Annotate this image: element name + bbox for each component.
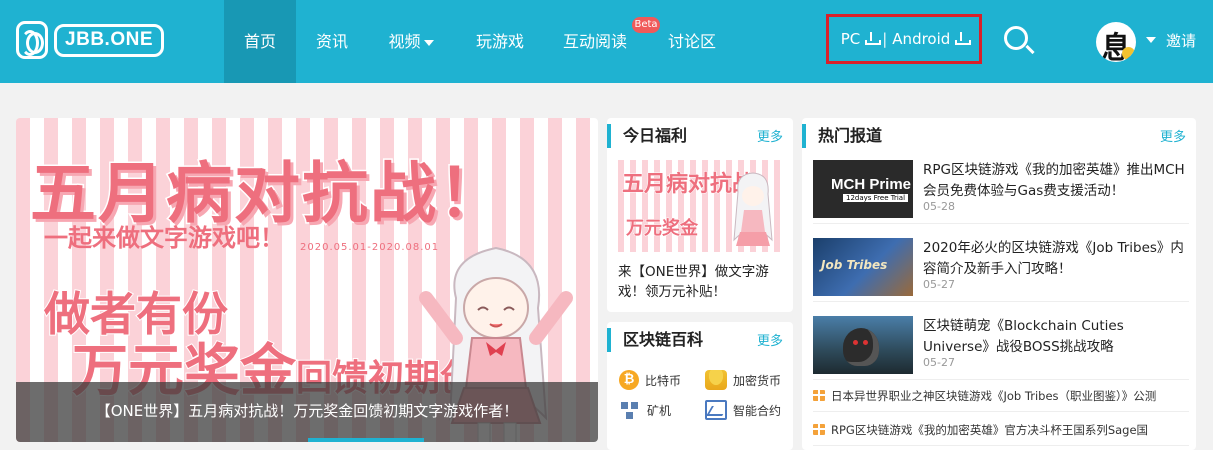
welfare-description[interactable]: 来【ONE世界】做文字游戏！领万元补贴！	[618, 262, 784, 302]
download-android-label: Android	[892, 30, 951, 48]
gift-icon	[813, 424, 825, 435]
invite-link[interactable]: 邀请	[1166, 30, 1196, 51]
news-date: 05-27	[923, 356, 955, 369]
thumb-text: Job Tribes	[821, 258, 888, 272]
welfare-title: 今日福利	[607, 124, 687, 148]
hot-more-link[interactable]: 更多	[1160, 126, 1186, 145]
nav-interactive-reading[interactable]: 互动阅读	[556, 0, 634, 83]
news-thumbnail[interactable]	[813, 316, 913, 374]
news-item[interactable]: 区块链萌宠《Blockchain Cuties Universe》战役BOSS挑…	[813, 310, 1189, 380]
search-icon[interactable]	[1004, 26, 1028, 50]
news-date: 05-27	[923, 278, 955, 291]
chain-item-label: 比特币	[645, 373, 682, 388]
nav-forum[interactable]: 讨论区	[660, 0, 724, 83]
bitcoin-icon: ₿	[619, 370, 639, 390]
news-link[interactable]: 日本异世界职业之神区块链游戏《Job Tribes（职业图鉴）》公测	[813, 380, 1189, 412]
download-icon	[955, 32, 972, 45]
news-thumbnail[interactable]: MCH Prime 12days Free Trial	[813, 160, 913, 218]
beta-badge: Beta	[632, 17, 660, 33]
banner-subline: 一起来做文字游戏吧！	[44, 224, 284, 252]
news-title[interactable]: 区块链萌宠《Blockchain Cuties Universe》战役BOSS挑…	[923, 316, 1187, 358]
chain-item-miner[interactable]: 矿机	[619, 400, 671, 420]
news-item[interactable]: Job Tribes 2020年必火的区块链游戏《Job Tribes》内容简介…	[813, 232, 1189, 302]
site-logo[interactable]: JBB.ONE	[16, 21, 164, 59]
welfare-more-link[interactable]: 更多	[757, 126, 783, 145]
download-pc-label: PC	[840, 30, 861, 48]
nav-news[interactable]: 资讯	[306, 0, 358, 83]
chevron-down-icon[interactable]	[1146, 37, 1156, 43]
news-title[interactable]: RPG区块链游戏《我的加密英雄》推出MCH会员免费体验与Gas费支援活动！	[923, 160, 1187, 202]
chain-item-label: 加密货币	[733, 373, 782, 388]
anime-girl-illustration	[733, 172, 773, 246]
welfare-thumbnail[interactable]: 五月病对抗战 万元奖金	[618, 160, 782, 252]
news-thumbnail[interactable]: Job Tribes	[813, 238, 913, 296]
avatar[interactable]: 息	[1096, 22, 1136, 62]
download-android[interactable]: Android	[892, 30, 972, 48]
nav-video-label: 视频	[388, 32, 421, 51]
blockchain-wiki-card: 区块链百科 更多 ₿ 比特币 加密货币 矿机 智能合约	[607, 322, 793, 450]
news-title[interactable]: 2020年必火的区块链游戏《Job Tribes》内容简介及新手入门攻略！	[923, 238, 1187, 280]
hot-title: 热门报道	[802, 124, 882, 148]
thumb-tag: 12days Free Trial	[843, 194, 909, 202]
chain-item-label: 智能合约	[733, 403, 782, 418]
chain-item-crypto[interactable]: 加密货币	[705, 370, 781, 390]
chevron-down-icon	[423, 39, 434, 46]
carousel-indicator[interactable]	[308, 438, 424, 442]
chain-title: 区块链百科	[607, 328, 703, 352]
download-icon	[865, 32, 882, 45]
miner-icon	[619, 400, 641, 420]
logo-mark-icon	[16, 21, 49, 59]
cutie-illustration	[843, 328, 879, 366]
download-separator: |	[882, 30, 888, 48]
contract-icon	[705, 400, 727, 420]
download-pc[interactable]: PC	[840, 30, 882, 48]
nav-games[interactable]: 玩游戏	[468, 0, 532, 83]
news-link[interactable]: RPG区块链游戏《我的加密英雄》官方决斗杯王国系列Sage国	[813, 414, 1189, 446]
chain-more-link[interactable]: 更多	[757, 330, 783, 349]
chain-item-bitcoin[interactable]: ₿ 比特币	[619, 370, 681, 390]
hot-news-card: 热门报道 更多 MCH Prime 12days Free Trial RPG区…	[802, 118, 1196, 450]
news-item[interactable]: MCH Prime 12days Free Trial RPG区块链游戏《我的加…	[813, 154, 1189, 224]
news-date: 05-28	[923, 200, 955, 213]
news-link-text: RPG区块链游戏《我的加密英雄》官方决斗杯王国系列Sage国	[831, 423, 1149, 437]
hero-banner[interactable]: 五月病对抗战！ 一起来做文字游戏吧！ 2020.05.01-2020.08.01…	[16, 118, 598, 442]
logo-text: JBB.ONE	[54, 23, 164, 57]
welfare-card: 今日福利 更多 五月病对抗战 万元奖金 来【ONE世界】做文字游戏！领万元补贴！	[607, 118, 793, 312]
chain-item-contract[interactable]: 智能合约	[705, 400, 781, 420]
news-link-text: 日本异世界职业之神区块链游戏《Job Tribes（职业图鉴）》公测	[831, 389, 1157, 403]
coins-icon	[705, 370, 727, 390]
nav-video[interactable]: 视频	[380, 0, 442, 83]
thumb-text: MCH Prime	[831, 176, 912, 193]
gift-icon	[813, 390, 825, 401]
welfare-thumb-sub: 万元奖金	[626, 218, 699, 240]
moon-icon	[1122, 47, 1135, 60]
top-navigation-bar: JBB.ONE 首页 资讯 视频 玩游戏 互动阅读 Beta 讨论区 PC | …	[0, 0, 1213, 83]
nav-home[interactable]: 首页	[224, 0, 296, 83]
chain-item-label: 矿机	[647, 403, 672, 418]
download-links: PC | Android	[826, 14, 982, 64]
banner-caption[interactable]: 【ONE世界】五月病对抗战！万元奖金回馈初期文字游戏作者！	[16, 382, 598, 442]
